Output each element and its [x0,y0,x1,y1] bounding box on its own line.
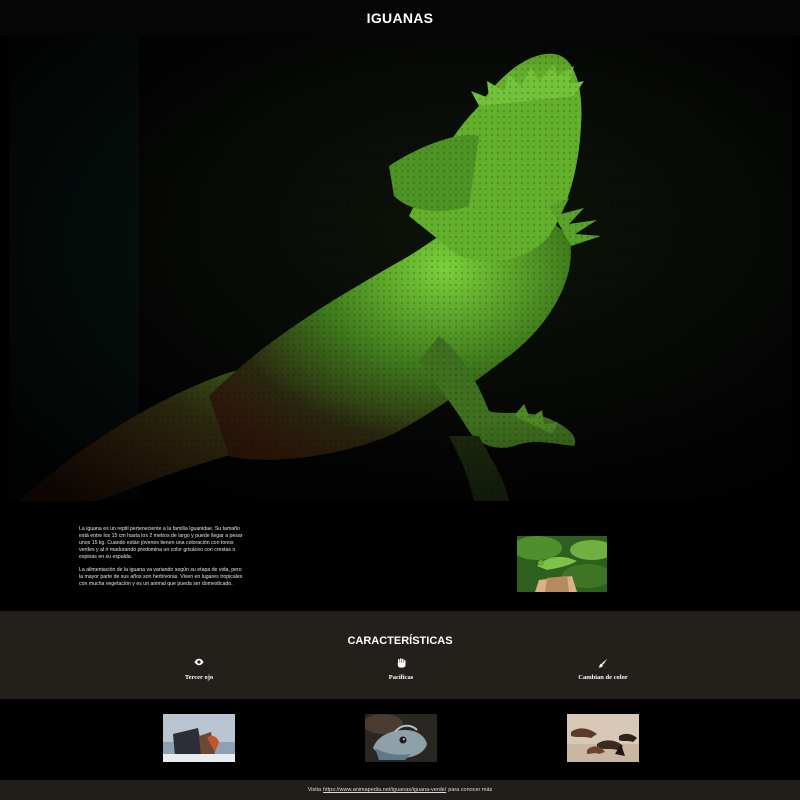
intro-text: La iguana es un reptil perteneciente a l… [79,526,244,594]
footer-source-link[interactable]: https://www.animapedia.net/iguanas/iguan… [323,787,446,793]
intro-paragraph: La iguana es un reptil perteneciente a l… [79,526,243,560]
iguana-on-rock-photo [163,714,235,762]
gallery-section [0,699,800,780]
feature-label: Pacíficas [388,674,414,681]
intro-section: La iguana es un reptil perteneciente a l… [0,501,800,611]
hand-icon [341,658,461,670]
feature-pacificas: Pacíficas [341,658,461,681]
feature-tercer-ojo: Tercer ojo [139,658,259,681]
iguanas-group-on-beach-photo [567,714,639,762]
feature-cambian-de-color: Cambian de color [543,658,663,681]
brush-icon [543,658,663,670]
feature-label: Cambian de color [578,674,628,681]
features-title: CARACTERÍSTICAS [347,635,453,647]
iguana-on-branch-thumbnail [517,536,607,592]
iguana-hero-photo [9,36,792,501]
hero-image [9,36,792,501]
feature-label: Tercer ojo [184,674,214,681]
page-footer: Visita https://www.animapedia.net/iguana… [0,780,800,800]
eye-icon [139,658,259,670]
page-title: IGUANAS [366,10,434,26]
features-section: CARACTERÍSTICAS Tercer ojo Pacíficas Cam… [0,611,800,699]
intro-paragraph: La alimentación de la iguana va variando… [79,567,243,587]
footer-suffix: para conocer más [448,787,493,793]
page-header: IGUANAS [0,0,800,36]
footer-prefix: Visita [307,787,322,793]
iguana-head-closeup-photo [365,714,437,762]
